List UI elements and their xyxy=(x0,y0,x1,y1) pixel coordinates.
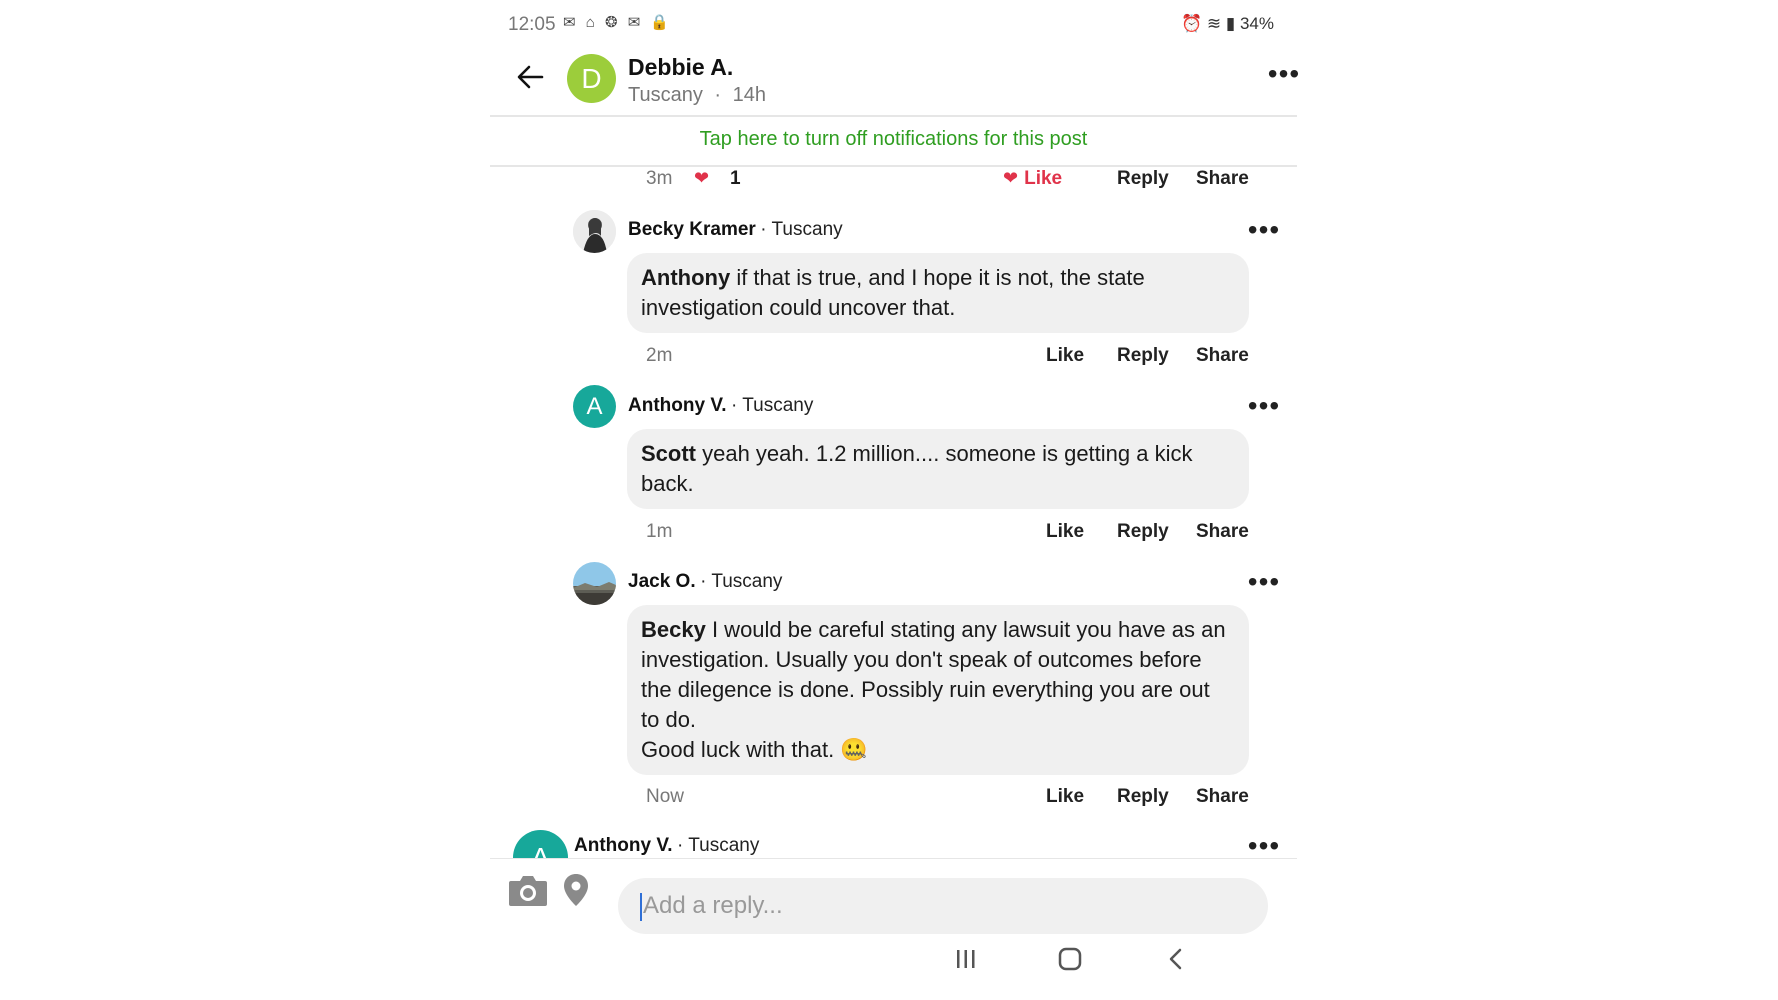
comment-bubble: Scott yeah yeah. 1.2 million.... someone… xyxy=(627,429,1249,509)
recents-icon[interactable] xyxy=(955,948,977,975)
like-button[interactable]: Like xyxy=(1046,345,1084,367)
commenter-location: · Tuscany xyxy=(760,219,843,240)
comment-text: if that is true, and I hope it is not, t… xyxy=(730,265,1145,290)
status-bar: 12:05 ✉ ⌂ ❂ ✉ 🔒 ⏰ ≋ ▮ 34% xyxy=(508,12,1288,38)
commenter-location: · Tuscany xyxy=(700,571,783,592)
comment-header: Becky Kramer · Tuscany xyxy=(628,219,843,241)
comment-text: Good luck with that. 🤐 xyxy=(641,737,868,762)
comment-time: 1m xyxy=(646,521,673,542)
reaction-count: 1 xyxy=(730,168,741,189)
commenter-name[interactable]: Anthony V. xyxy=(574,835,673,856)
notification-toggle-link[interactable]: Tap here to turn off notifications for t… xyxy=(490,128,1297,151)
comment-header: Anthony V. · Tuscany xyxy=(628,395,813,417)
like-label: Like xyxy=(1024,168,1063,189)
comment-time: 2m xyxy=(646,345,673,366)
comment-more-icon[interactable]: ••• xyxy=(1247,216,1281,244)
phone-screen: 12:05 ✉ ⌂ ❂ ✉ 🔒 ⏰ ≋ ▮ 34% D Debbie A. Tu… xyxy=(490,0,1299,1000)
banner-divider xyxy=(490,165,1297,167)
comment-text: to do. xyxy=(641,707,697,732)
poster-name[interactable]: Debbie A. xyxy=(628,54,733,81)
share-button[interactable]: Share xyxy=(1196,786,1249,808)
comment-bubble: Anthony if that is true, and I hope it i… xyxy=(627,253,1249,333)
comment-text: investigation. Usually you don't speak o… xyxy=(641,647,1202,672)
comment-header: Jack O. · Tuscany xyxy=(628,571,782,593)
comment-text: investigation could uncover that. xyxy=(641,295,956,320)
comment-text: back. xyxy=(641,471,694,496)
mention[interactable]: Becky xyxy=(641,617,706,642)
comment-time: 3m xyxy=(646,168,673,189)
camera-icon[interactable] xyxy=(507,872,549,913)
comment-text: the dilegence is done. Possibly ruin eve… xyxy=(641,677,1210,702)
share-button[interactable]: Share xyxy=(1196,521,1249,543)
comment-time: Now xyxy=(646,786,685,807)
nav-back-icon[interactable] xyxy=(1167,947,1185,976)
reply-placeholder: Add a reply... xyxy=(643,892,783,919)
commenter-name[interactable]: Anthony V. xyxy=(628,395,727,416)
mention[interactable]: Anthony xyxy=(641,265,730,290)
comment-text: I would be careful stating any lawsuit y… xyxy=(705,617,1226,642)
poster-time: 14h xyxy=(732,84,767,106)
like-button[interactable]: ❤ Like xyxy=(1003,168,1062,190)
location-pin-icon[interactable] xyxy=(562,872,590,913)
commenter-avatar[interactable]: A xyxy=(513,830,568,858)
comment-text: yeah yeah. 1.2 million.... someone is ge… xyxy=(696,441,1193,466)
text-cursor xyxy=(640,892,642,921)
reply-button[interactable]: Reply xyxy=(1117,786,1169,808)
status-time: 12:05 xyxy=(508,14,556,35)
commenter-name[interactable]: Becky Kramer xyxy=(628,219,756,240)
like-button[interactable]: Like xyxy=(1046,521,1084,543)
mention[interactable]: Scott xyxy=(641,441,696,466)
comment-header: Anthony V. · Tuscany xyxy=(574,835,759,857)
reply-bar-divider xyxy=(490,858,1297,859)
reply-button[interactable]: Reply xyxy=(1117,168,1169,190)
heart-reaction-icon: ❤ xyxy=(694,168,710,188)
reply-button[interactable]: Reply xyxy=(1117,521,1169,543)
post-more-icon[interactable]: ••• xyxy=(1267,60,1301,88)
commenter-location: · Tuscany xyxy=(676,835,760,856)
home-icon[interactable] xyxy=(1058,947,1082,976)
reply-input[interactable]: Add a reply... xyxy=(618,878,1268,934)
commenter-avatar[interactable] xyxy=(573,562,616,605)
poster-meta: Tuscany · 14h xyxy=(628,84,766,107)
share-button[interactable]: Share xyxy=(1196,168,1249,190)
comment-bubble: Becky I would be careful stating any law… xyxy=(627,605,1249,775)
share-button[interactable]: Share xyxy=(1196,345,1249,367)
notification-icons: ✉ ⌂ ❂ ✉ 🔒 xyxy=(563,14,673,31)
commenter-avatar-clip: A xyxy=(513,830,573,858)
meta-separator: · xyxy=(714,84,722,106)
back-arrow-icon[interactable] xyxy=(516,62,544,92)
reply-button[interactable]: Reply xyxy=(1117,345,1169,367)
comment-more-icon[interactable]: ••• xyxy=(1247,568,1281,596)
like-button[interactable]: Like xyxy=(1046,786,1084,808)
header-divider xyxy=(490,115,1297,117)
status-right: ⏰ ≋ ▮ 34% xyxy=(1181,14,1274,33)
comment-more-icon[interactable]: ••• xyxy=(1247,832,1281,860)
commenter-location: · Tuscany xyxy=(730,395,814,416)
commenter-name[interactable]: Jack O. xyxy=(628,571,696,592)
poster-location: Tuscany xyxy=(628,84,703,106)
commenter-avatar[interactable]: A xyxy=(573,385,616,428)
comment-more-icon[interactable]: ••• xyxy=(1247,392,1281,420)
commenter-avatar[interactable] xyxy=(573,210,616,253)
heart-icon: ❤ xyxy=(1003,168,1019,188)
poster-avatar[interactable]: D xyxy=(567,54,616,103)
